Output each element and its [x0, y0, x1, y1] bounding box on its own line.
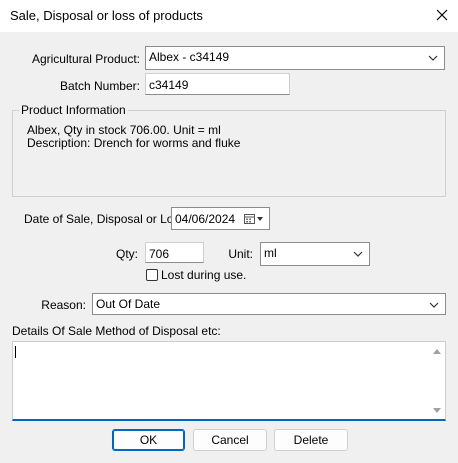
- reason-select[interactable]: Out Of Date: [92, 293, 446, 315]
- reason-label: Reason:: [41, 298, 86, 312]
- details-textarea[interactable]: [12, 341, 446, 421]
- cancel-button[interactable]: Cancel: [193, 429, 267, 451]
- batch-value: c34149: [149, 78, 189, 92]
- product-info-line1: Albex, Qty in stock 706.00. Unit = ml: [27, 123, 221, 137]
- product-info-line2: Description: Drench for worms and fluke: [27, 136, 241, 150]
- close-button[interactable]: [432, 5, 452, 25]
- ok-button[interactable]: OK: [112, 429, 185, 451]
- chevron-down-icon: [429, 302, 439, 308]
- delete-button[interactable]: Delete: [274, 429, 348, 451]
- details-scrollbar[interactable]: [429, 342, 445, 419]
- scroll-down-icon[interactable]: [432, 407, 442, 415]
- lost-checkbox[interactable]: [146, 269, 158, 281]
- chevron-down-icon: [428, 55, 438, 61]
- details-label: Details Of Sale Method of Disposal etc:: [12, 324, 221, 338]
- qty-value: 706: [149, 247, 170, 261]
- reason-value: Out Of Date: [96, 297, 161, 311]
- text-cursor: [15, 346, 16, 358]
- lost-label[interactable]: Lost during use.: [161, 268, 246, 282]
- close-icon: [436, 9, 448, 21]
- date-value: 04/06/2024: [175, 212, 236, 226]
- calendar-icon[interactable]: [244, 213, 266, 225]
- product-select[interactable]: Albex - c34149: [145, 46, 445, 70]
- date-label: Date of Sale, Disposal or Loss:: [24, 212, 189, 226]
- unit-label: Unit:: [228, 247, 253, 261]
- scroll-up-icon[interactable]: [432, 347, 442, 355]
- date-picker[interactable]: 04/06/2024: [171, 207, 270, 230]
- batch-input[interactable]: c34149: [145, 73, 290, 95]
- product-label: Agricultural Product:: [31, 52, 140, 66]
- batch-label: Batch Number:: [59, 79, 140, 93]
- product-info-label: Product Information: [19, 103, 128, 117]
- window-title: Sale, Disposal or loss of products: [10, 8, 203, 23]
- qty-label: Qty:: [115, 247, 138, 261]
- unit-value: ml: [264, 246, 277, 260]
- unit-select[interactable]: ml: [260, 242, 370, 266]
- product-value: Albex - c34149: [149, 50, 230, 64]
- chevron-down-icon: [353, 251, 363, 257]
- qty-input[interactable]: 706: [145, 242, 204, 263]
